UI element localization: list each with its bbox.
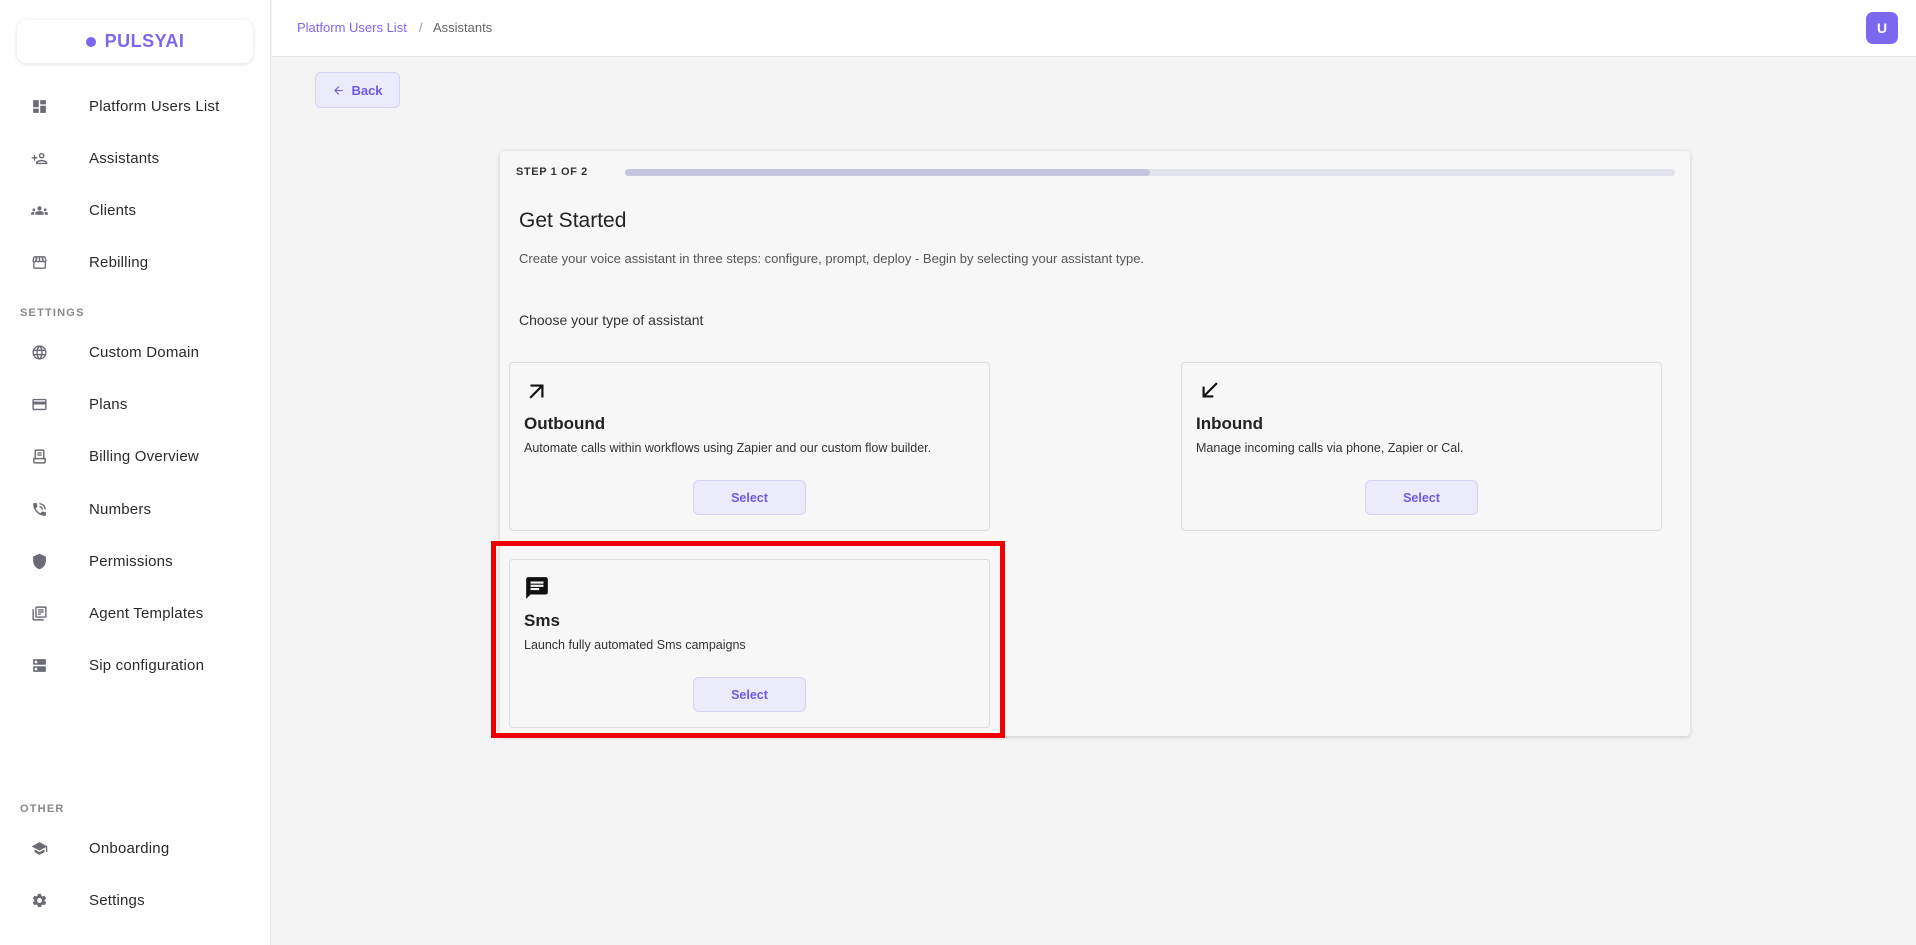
page-description: Create your voice assistant in three ste… (519, 251, 1145, 266)
breadcrumb-current: Assistants (433, 20, 493, 35)
sidebar-item-label: Sip configuration (89, 656, 205, 674)
gear-icon (30, 891, 48, 909)
sidebar-item-label: Assistants (89, 149, 160, 167)
dashboard-icon (30, 97, 48, 115)
page-title: Get Started (519, 209, 627, 232)
sidebar-item-label: Platform Users List (89, 97, 220, 115)
credit-card-icon (30, 395, 48, 413)
option-description: Manage incoming calls via phone, Zapier … (1196, 441, 1464, 455)
avatar[interactable]: U (1866, 12, 1898, 44)
sidebar: PULSYAI Platform Users List Assistants C… (0, 0, 271, 945)
sidebar-item-sip-configuration[interactable]: Sip configuration (0, 645, 271, 685)
other-section-label: OTHER (20, 803, 65, 815)
sidebar-item-permissions[interactable]: Permissions (0, 541, 271, 581)
select-outbound-button[interactable]: Select (693, 480, 806, 515)
person-add-icon (30, 149, 48, 167)
sidebar-item-label: Rebilling (89, 253, 149, 271)
option-description: Automate calls within workflows using Za… (524, 441, 932, 455)
sidebar-item-plans[interactable]: Plans (0, 384, 271, 424)
sidebar-item-billing-overview[interactable]: Billing Overview (0, 436, 271, 476)
assistant-wizard-card: STEP 1 OF 2 Get Started Create your voic… (500, 151, 1690, 736)
option-title: Outbound (524, 414, 606, 433)
library-icon (30, 604, 48, 622)
sidebar-item-numbers[interactable]: Numbers (0, 489, 271, 529)
sidebar-item-platform-users[interactable]: Platform Users List (0, 86, 271, 126)
breadcrumb-separator: / (419, 20, 423, 35)
sidebar-item-label: Onboarding (89, 839, 170, 857)
groups-icon (30, 201, 48, 219)
top-bar: Platform Users List / Assistants U (272, 0, 1916, 57)
sidebar-item-settings[interactable]: Settings (0, 880, 271, 920)
sidebar-item-agent-templates[interactable]: Agent Templates (0, 593, 271, 633)
option-title: Inbound (1196, 414, 1264, 433)
option-card-sms: Sms Launch fully automated Sms campaigns… (509, 559, 990, 728)
phone-icon (30, 500, 48, 518)
option-description: Launch fully automated Sms campaigns (524, 638, 746, 652)
sidebar-item-custom-domain[interactable]: Custom Domain (0, 332, 271, 372)
option-card-inbound: Inbound Manage incoming calls via phone,… (1181, 362, 1662, 531)
sidebar-item-label: Clients (89, 201, 137, 219)
option-title: Sms (524, 611, 560, 630)
sidebar-item-label: Plans (89, 395, 128, 413)
sidebar-item-label: Numbers (89, 500, 152, 518)
store-icon (30, 253, 48, 271)
back-button[interactable]: Back (315, 72, 400, 108)
select-sms-button[interactable]: Select (693, 677, 806, 712)
logo-text: PULSYAI (104, 31, 185, 51)
sidebar-item-label: Custom Domain (89, 343, 200, 361)
arrow-outward-icon (529, 384, 544, 399)
sidebar-item-assistants[interactable]: Assistants (0, 138, 271, 178)
sidebar-item-onboarding[interactable]: Onboarding (0, 828, 271, 868)
arrow-back-icon (334, 85, 344, 95)
server-icon (30, 656, 48, 674)
select-inbound-button[interactable]: Select (1365, 480, 1478, 515)
back-label: Back (351, 82, 383, 98)
logo-dot-icon (85, 36, 96, 47)
sidebar-item-label: Billing Overview (89, 447, 199, 465)
sidebar-item-rebilling[interactable]: Rebilling (0, 242, 271, 282)
breadcrumb-link-platform-users[interactable]: Platform Users List (297, 20, 407, 35)
sidebar-item-clients[interactable]: Clients (0, 190, 271, 230)
logo[interactable]: PULSYAI (17, 20, 253, 63)
arrow-inward-icon (1202, 382, 1218, 398)
option-card-outbound: Outbound Automate calls within workflows… (509, 362, 990, 531)
sidebar-item-label: Permissions (89, 552, 173, 570)
globe-icon (30, 343, 48, 361)
step-indicator: STEP 1 OF 2 (516, 166, 588, 178)
sidebar-item-label: Agent Templates (89, 604, 204, 622)
shield-icon (30, 552, 48, 570)
school-icon (30, 839, 48, 857)
choose-type-label: Choose your type of assistant (519, 312, 704, 328)
step-progress-fill (625, 169, 1150, 176)
receipt-icon (30, 447, 48, 465)
chat-icon (526, 577, 548, 599)
sidebar-item-label: Settings (89, 891, 145, 909)
settings-section-label: SETTINGS (20, 307, 85, 319)
step-progress-bar (625, 169, 1675, 176)
